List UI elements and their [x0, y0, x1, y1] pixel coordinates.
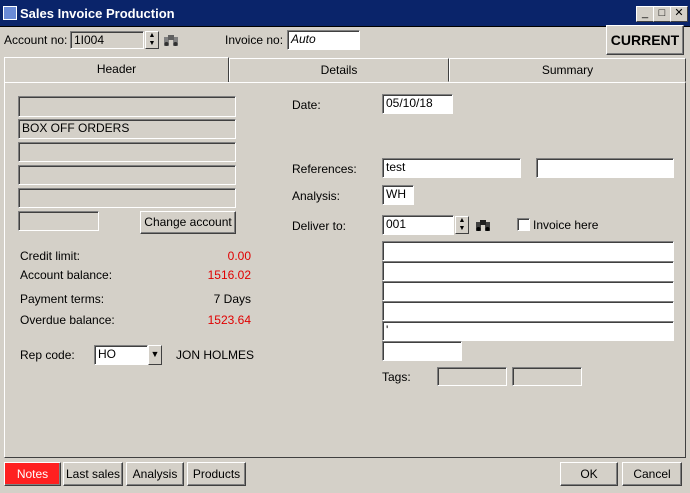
cancel-button[interactable]: Cancel	[622, 462, 682, 486]
window-title: Sales Invoice Production	[20, 6, 175, 21]
customer-address-line-2[interactable]	[18, 142, 236, 162]
deliver-to-spinner[interactable]: ▲ ▼	[455, 216, 469, 234]
analysis-button[interactable]: Analysis	[126, 462, 184, 486]
customer-address-line-3[interactable]	[18, 165, 236, 185]
reference-2-field[interactable]	[536, 158, 674, 178]
delivery-address-line-2[interactable]	[382, 261, 674, 281]
overdue-balance-label: Overdue balance:	[20, 313, 115, 327]
deliver-to-field[interactable]: 001	[382, 215, 454, 235]
reference-1-field[interactable]: test	[382, 158, 521, 178]
date-field[interactable]: 05/10/18	[382, 94, 453, 114]
payment-terms-value: 7 Days	[213, 292, 251, 306]
app-icon	[3, 6, 17, 20]
tag-1-field[interactable]	[437, 367, 507, 386]
rep-code-label: Rep code:	[20, 348, 75, 362]
invoice-here-label: Invoice here	[533, 218, 599, 232]
binoculars-icon[interactable]	[475, 218, 491, 232]
account-no-field[interactable]: 1I004	[70, 31, 144, 49]
account-balance-value: 1516.02	[207, 268, 251, 282]
maximize-button[interactable]: □	[653, 6, 671, 22]
payment-terms-label: Payment terms:	[20, 292, 105, 306]
customer-name-field[interactable]	[18, 96, 236, 117]
overdue-balance-value: 1523.64	[207, 313, 251, 327]
binoculars-icon[interactable]	[163, 33, 179, 47]
notes-button[interactable]: Notes	[4, 462, 61, 486]
invoice-no-label: Invoice no:	[225, 33, 284, 47]
products-button[interactable]: Products	[187, 462, 246, 486]
account-no-label: Account no:	[4, 33, 68, 47]
customer-postcode-field[interactable]	[18, 211, 99, 231]
rep-name: JON HOLMES	[176, 348, 255, 362]
analysis-label: Analysis:	[292, 189, 341, 203]
customer-address-line-1[interactable]: BOX OFF ORDERS	[18, 119, 236, 139]
delivery-address-line-4[interactable]	[382, 301, 674, 321]
tab-details[interactable]: Details	[229, 58, 449, 82]
delivery-address-line-5[interactable]: '	[382, 321, 674, 341]
minimize-button[interactable]: _	[636, 6, 654, 22]
references-label: References:	[292, 162, 357, 176]
deliver-to-label: Deliver to:	[292, 219, 347, 233]
credit-limit-value: 0.00	[227, 249, 251, 263]
account-spinner[interactable]: ▲ ▼	[145, 31, 159, 49]
delivery-address-line-1[interactable]	[382, 241, 674, 261]
invoice-no-field[interactable]: Auto	[287, 30, 360, 50]
close-button[interactable]: ✕	[670, 6, 688, 22]
date-label: Date:	[292, 98, 321, 112]
delivery-address-line-3[interactable]	[382, 281, 674, 301]
ok-button[interactable]: OK	[560, 462, 618, 486]
title-bar: Sales Invoice Production _ □ ✕	[0, 0, 690, 27]
last-sales-button[interactable]: Last sales	[63, 462, 123, 486]
tag-2-field[interactable]	[512, 367, 582, 386]
invoice-here-checkbox[interactable]	[517, 218, 530, 231]
tab-summary[interactable]: Summary	[449, 58, 686, 82]
delivery-postcode-field[interactable]	[382, 341, 462, 361]
change-account-button[interactable]: Change account	[140, 211, 236, 234]
current-button[interactable]: CURRENT	[606, 25, 684, 55]
credit-limit-label: Credit limit:	[20, 249, 81, 263]
customer-address-line-4[interactable]	[18, 188, 236, 208]
analysis-field[interactable]: WH	[382, 185, 414, 205]
tab-header[interactable]: Header	[4, 57, 229, 83]
account-balance-label: Account balance:	[20, 268, 113, 282]
rep-code-select[interactable]: HO	[94, 345, 148, 365]
tags-label: Tags:	[382, 370, 411, 384]
chevron-down-icon[interactable]: ▼	[148, 345, 162, 365]
